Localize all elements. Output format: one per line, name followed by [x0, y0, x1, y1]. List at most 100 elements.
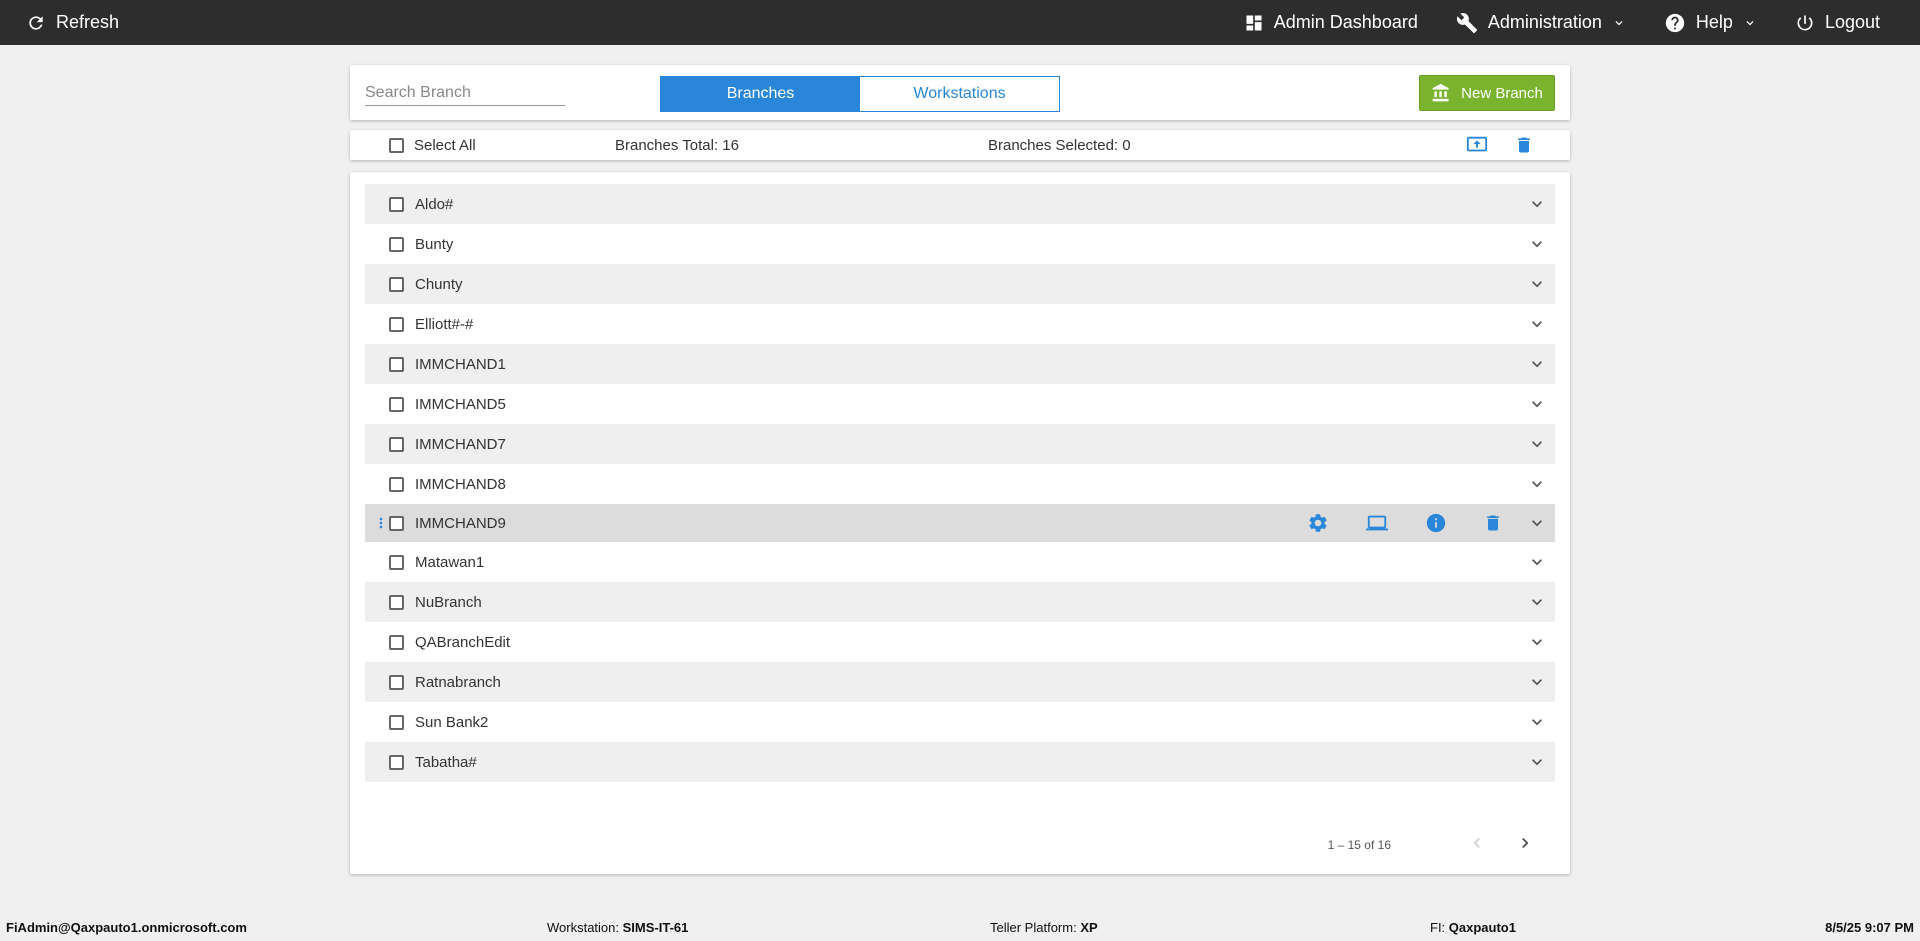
branch-row[interactable]: Chunty — [365, 264, 1555, 304]
logout-label: Logout — [1824, 12, 1880, 32]
branch-checkbox[interactable] — [389, 594, 404, 610]
branch-row[interactable]: Elliott#-# — [365, 304, 1555, 344]
power-icon — [1797, 15, 1813, 30]
chevron-down-icon — [1746, 20, 1754, 25]
selection-bar: Select All Branches Total: 16 Branches S… — [350, 130, 1570, 160]
branch-checkbox[interactable] — [389, 476, 404, 492]
branch-header-card: Branches Workstations New Branch — [350, 65, 1570, 120]
branch-name: IMMCHAND7 — [415, 435, 506, 453]
chevron-down-icon[interactable] — [1527, 194, 1547, 214]
branch-row[interactable]: IMMCHAND9 — [365, 504, 1555, 542]
branch-checkbox[interactable] — [389, 674, 404, 690]
branch-name: IMMCHAND8 — [415, 475, 506, 493]
branch-checkbox[interactable] — [389, 316, 404, 332]
select-all-checkbox[interactable] — [389, 138, 404, 153]
help-menu[interactable]: Help — [1664, 12, 1757, 34]
branch-row[interactable]: IMMCHAND8 — [365, 464, 1555, 504]
branch-checkbox[interactable] — [389, 754, 404, 770]
dashboard-icon — [1246, 15, 1262, 30]
branch-row[interactable]: Matawan1 — [365, 542, 1555, 582]
branch-row[interactable]: Ratnabranch — [365, 662, 1555, 702]
chevron-down-icon[interactable] — [1527, 474, 1547, 494]
chevron-down-icon[interactable] — [1527, 592, 1547, 612]
branch-name: Bunty — [415, 235, 454, 253]
help-label: Help — [1695, 12, 1733, 32]
search-branch-input[interactable] — [365, 80, 565, 106]
branch-name: NuBranch — [415, 593, 482, 611]
settings-icon[interactable] — [1307, 512, 1329, 534]
upload-icon[interactable] — [1466, 134, 1488, 156]
branch-row[interactable]: Bunty — [365, 224, 1555, 264]
previous-page-button[interactable] — [1467, 833, 1487, 856]
branch-name: Tabatha# — [415, 753, 477, 771]
chevron-down-icon[interactable] — [1527, 513, 1547, 533]
branch-name: Matawan1 — [415, 553, 485, 571]
footer-workstation: Workstation: SIMS-IT-61 — [547, 920, 689, 935]
chevron-down-icon[interactable] — [1527, 752, 1547, 772]
chevron-down-icon[interactable] — [1527, 314, 1547, 334]
pagination-range: 1 – 15 of 16 — [1327, 837, 1391, 852]
bulk-actions — [1466, 134, 1534, 156]
refresh-icon — [29, 15, 43, 30]
branch-row-actions — [1307, 512, 1503, 534]
branch-row[interactable]: Sun Bank2 — [365, 702, 1555, 742]
branch-checkbox[interactable] — [389, 714, 404, 730]
branch-checkbox[interactable] — [389, 356, 404, 372]
help-icon — [1665, 13, 1685, 32]
chevron-down-icon — [1615, 20, 1623, 25]
refresh-label: Refresh — [56, 12, 120, 32]
chevron-down-icon[interactable] — [1527, 672, 1547, 692]
administration-menu[interactable]: Administration — [1456, 12, 1626, 34]
branch-row[interactable]: NuBranch — [365, 582, 1555, 622]
branch-row[interactable]: Tabatha# — [365, 742, 1555, 782]
admin-dashboard-link[interactable]: Admin Dashboard — [1244, 12, 1418, 33]
branch-row[interactable]: Aldo# — [365, 184, 1555, 224]
status-footer: FiAdmin@Qaxpauto1.onmicrosoft.com Workst… — [0, 915, 1920, 941]
chevron-down-icon[interactable] — [1527, 434, 1547, 454]
footer-user: FiAdmin@Qaxpauto1.onmicrosoft.com — [6, 920, 247, 935]
refresh-button[interactable]: Refresh — [26, 12, 119, 33]
branch-checkbox[interactable] — [389, 554, 404, 570]
branch-row[interactable]: IMMCHAND5 — [365, 384, 1555, 424]
delete-icon[interactable] — [1514, 134, 1534, 156]
chevron-down-icon[interactable] — [1527, 394, 1547, 414]
drag-handle-icon[interactable] — [373, 513, 389, 533]
delete-icon[interactable] — [1483, 512, 1503, 534]
branch-checkbox[interactable] — [389, 634, 404, 650]
chevron-down-icon[interactable] — [1527, 234, 1547, 254]
branch-row[interactable]: IMMCHAND1 — [365, 344, 1555, 384]
select-all-label: Select All — [414, 137, 476, 154]
branch-checkbox[interactable] — [389, 436, 404, 452]
wrench-icon — [1456, 12, 1477, 33]
branch-name: Ratnabranch — [415, 673, 501, 691]
chevron-down-icon[interactable] — [1527, 632, 1547, 652]
administration-label: Administration — [1487, 12, 1602, 32]
chevron-left-icon — [1473, 838, 1480, 848]
select-all[interactable]: Select All — [389, 137, 476, 154]
branch-name: Sun Bank2 — [415, 713, 489, 731]
tab-branches[interactable]: Branches — [661, 77, 860, 111]
chevron-down-icon[interactable] — [1527, 552, 1547, 572]
new-branch-button[interactable]: New Branch — [1419, 75, 1555, 111]
branch-row[interactable]: QABranchEdit — [365, 622, 1555, 662]
branch-list-card: Aldo# Bunty Chunty Elliott#-# IMMCHAND1 IMMCH… — [350, 172, 1570, 874]
chevron-right-icon — [1522, 838, 1529, 848]
branch-name: IMMCHAND5 — [415, 395, 506, 413]
tab-workstations[interactable]: Workstations — [860, 77, 1059, 111]
logout-button[interactable]: Logout — [1795, 12, 1880, 33]
branch-checkbox[interactable] — [389, 515, 404, 531]
next-page-button[interactable] — [1515, 833, 1535, 856]
branch-checkbox[interactable] — [389, 396, 404, 412]
admin-dashboard-label: Admin Dashboard — [1273, 12, 1418, 32]
chevron-down-icon[interactable] — [1527, 354, 1547, 374]
chevron-down-icon[interactable] — [1527, 712, 1547, 732]
branch-row[interactable]: IMMCHAND7 — [365, 424, 1555, 464]
chevron-down-icon[interactable] — [1527, 274, 1547, 294]
branch-checkbox[interactable] — [389, 276, 404, 292]
laptop-icon[interactable] — [1365, 512, 1389, 534]
info-icon[interactable] — [1425, 512, 1447, 534]
branches-selected: Branches Selected: 0 — [988, 137, 1131, 154]
branch-checkbox[interactable] — [389, 236, 404, 252]
branch-checkbox[interactable] — [389, 196, 404, 212]
new-branch-label: New Branch — [1461, 84, 1543, 102]
